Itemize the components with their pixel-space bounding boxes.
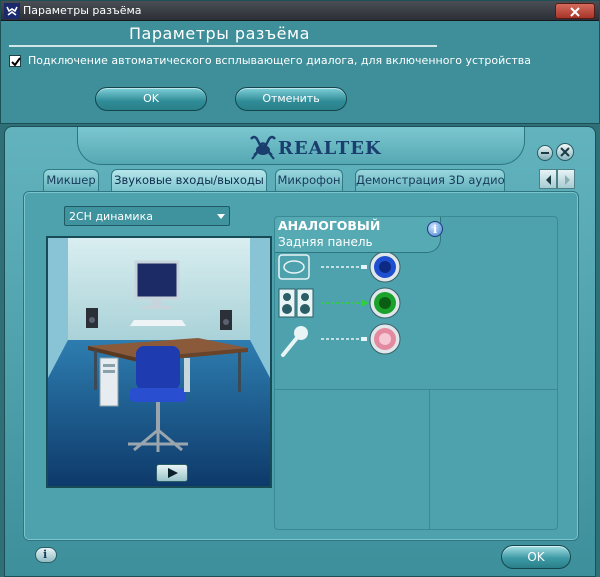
analog-vertical-divider <box>429 389 430 529</box>
tab-microphone[interactable]: Микрофон <box>275 169 343 191</box>
speaker-config-value: 2CH динамика <box>69 210 153 223</box>
tab-scroll-left-button[interactable] <box>539 169 557 189</box>
tab-scroll-arrows <box>539 169 575 189</box>
realtek-crab-icon <box>4 3 20 19</box>
microphone-jack[interactable] <box>369 323 401 355</box>
speaker-config-select[interactable]: 2CH динамика <box>64 206 230 226</box>
close-button[interactable] <box>556 143 574 161</box>
analog-header: АНАЛОГОВЫЙ Задняя панель <box>275 217 441 253</box>
tab-audio-io[interactable]: Звуковые входы/выходы <box>111 169 267 191</box>
arrow-left-icon <box>546 175 551 185</box>
auto-popup-checkbox[interactable] <box>9 55 21 67</box>
chevron-down-icon <box>217 214 225 219</box>
tab-mixer[interactable]: Микшер <box>43 169 99 191</box>
desk-scene-illustration <box>48 238 270 486</box>
dialog-titlebar[interactable]: Параметры разъёма <box>1 1 599 21</box>
play-icon <box>168 468 178 478</box>
info-button[interactable]: i <box>35 547 57 563</box>
realtek-crab-icon <box>250 135 276 160</box>
dialog-window-title: Параметры разъёма <box>23 4 142 17</box>
dialog-ok-button[interactable]: OK <box>95 87 207 111</box>
dialog-heading: Параметры разъёма <box>129 24 310 43</box>
tab-3d-audio-demo[interactable]: Демонстрация 3D аудио <box>355 169 505 191</box>
play-button[interactable] <box>156 464 188 482</box>
arrow-right-icon <box>565 175 570 185</box>
close-icon <box>560 147 570 157</box>
auto-popup-checkbox-label[interactable]: Подключение автоматического всплывающего… <box>28 54 531 67</box>
analog-title: АНАЛОГОВЫЙ <box>278 218 381 233</box>
main-ok-button[interactable]: OK <box>501 545 571 569</box>
speaker-room-preview <box>46 236 272 488</box>
heading-divider <box>9 45 437 47</box>
speakers-jack[interactable] <box>369 287 401 319</box>
info-icon[interactable]: i <box>427 221 443 237</box>
line-in-jack[interactable] <box>369 253 401 283</box>
tab-strip: Микшер Звуковые входы/выходы Микрофон Де… <box>43 169 523 191</box>
info-icon: i <box>43 548 48 561</box>
connector-settings-dialog: Параметры разъёма Параметры разъёма Подк… <box>0 0 600 124</box>
dialog-cancel-button[interactable]: Отменить <box>235 87 347 111</box>
analog-panel: АНАЛОГОВЫЙ Задняя панель i <box>274 216 558 530</box>
realtek-logo-text: REALTEK <box>278 138 382 159</box>
minimize-button[interactable] <box>537 145 553 161</box>
tab-scroll-right-button[interactable] <box>557 169 575 189</box>
jack-list <box>277 253 557 387</box>
realtek-audio-manager: REALTEK Микшер Звуковые входы/выходы Мик… <box>4 126 596 577</box>
audio-io-content: 2CH динамика АНАЛОГОВЫЙ Задняя панель i <box>23 191 579 541</box>
close-icon[interactable] <box>555 3 595 19</box>
analog-divider <box>275 389 557 390</box>
analog-subtitle: Задняя панель <box>278 235 373 249</box>
logo-header: REALTEK <box>77 127 525 165</box>
